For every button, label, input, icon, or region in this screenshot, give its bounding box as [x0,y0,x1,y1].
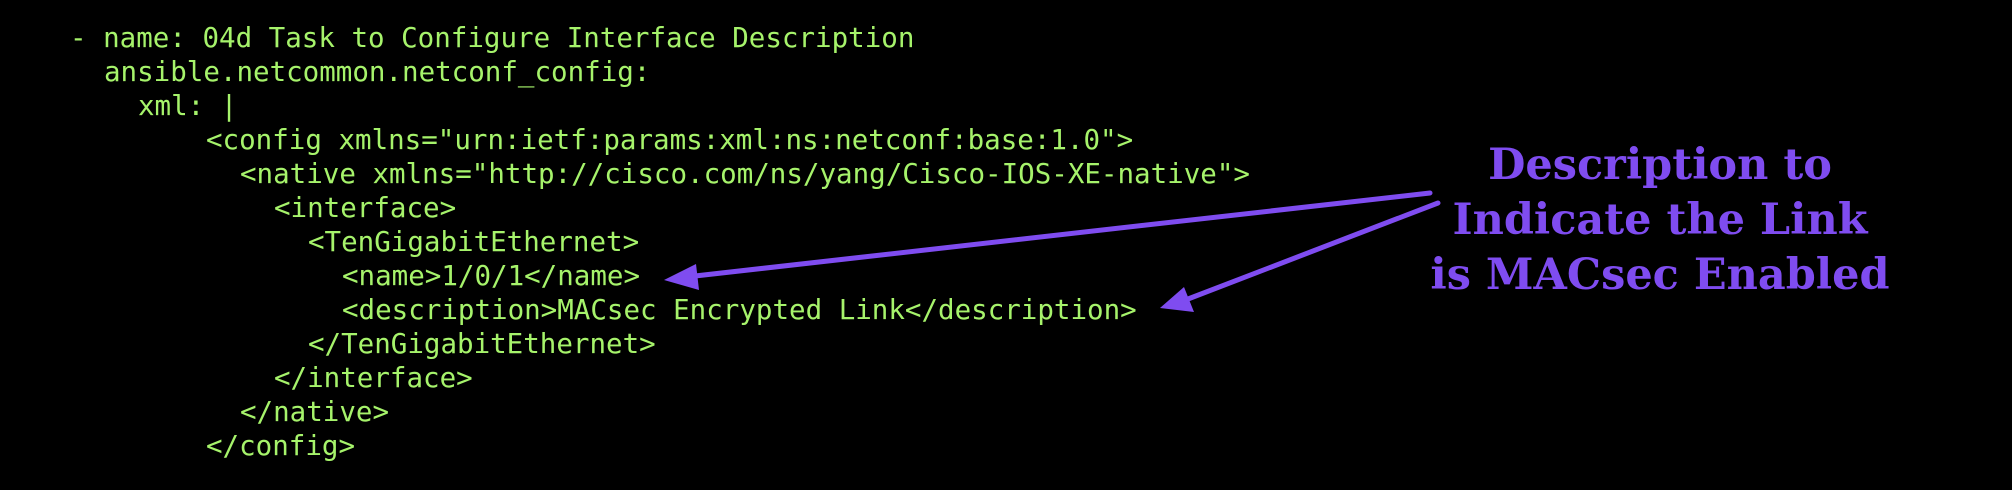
annotation-callout: Description to Indicate the Link is MACs… [1380,138,1940,303]
annotation-line-2: Indicate the Link [1452,195,1868,245]
annotation-line-3: is MACsec Enabled [1430,250,1890,300]
arrow-to-name-line [664,190,1433,290]
annotation-line-1: Description to [1488,140,1832,190]
terminal-window: - name: 04d Task to Configure Interface … [0,0,2012,490]
